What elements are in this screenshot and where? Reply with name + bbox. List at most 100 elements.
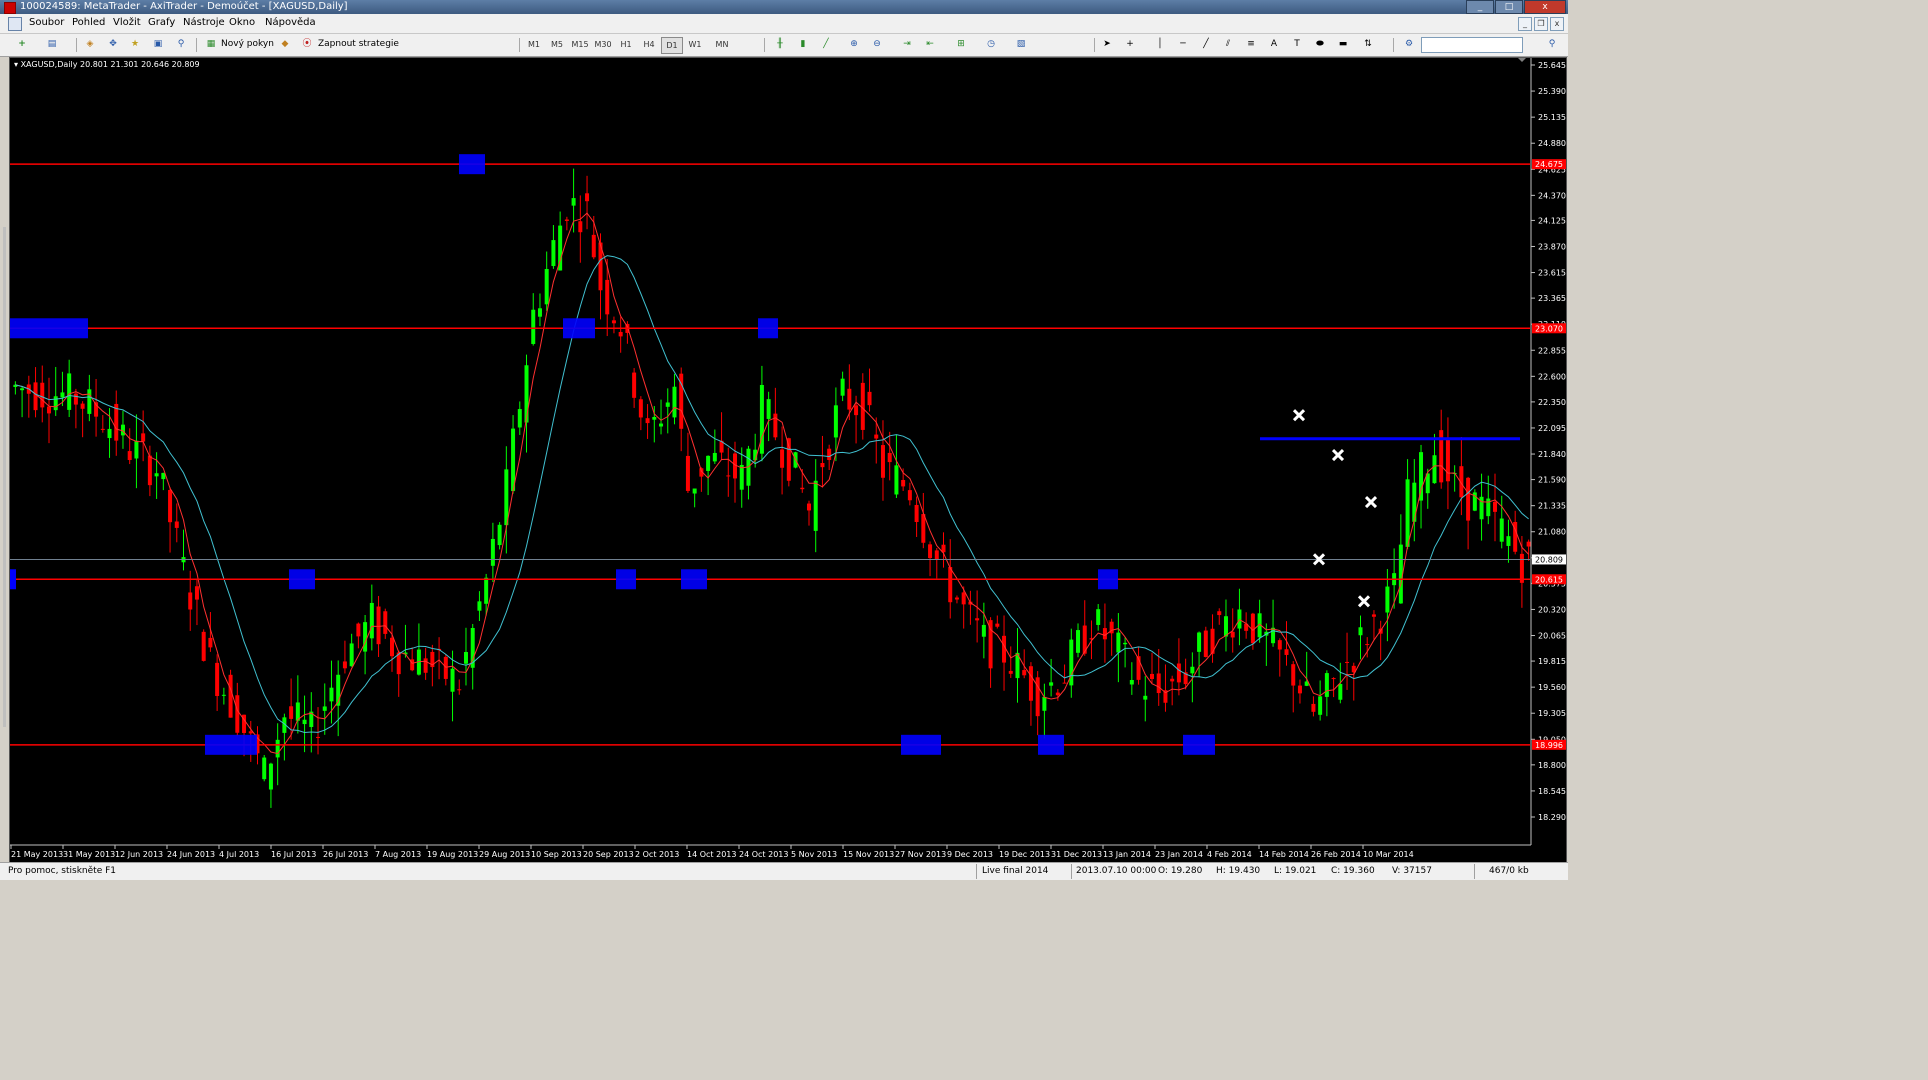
vertical-line-icon[interactable]: │ [1152,37,1168,52]
dock-grip[interactable] [3,227,6,727]
arrows-icon[interactable]: ⇅ [1360,37,1376,52]
timeframe-mn[interactable]: MN [712,37,732,52]
timeframe-m1[interactable]: M1 [524,37,544,52]
text-icon[interactable]: A [1266,37,1282,52]
rectangle-icon[interactable]: ▬ [1335,37,1351,52]
menu-charts[interactable]: Grafy [148,17,175,28]
mdi-minimize-icon[interactable]: _ [1518,17,1532,31]
date-tick-label: 7 Aug 2013 [375,850,421,859]
menu-help[interactable]: Nápověda [265,17,316,28]
autotrading-button[interactable]: Zapnout strategie [315,37,402,52]
menu-view[interactable]: Pohled [72,17,105,28]
price-tick-label: 19.560 [1538,683,1566,692]
date-tick-label: 19 Dec 2013 [999,850,1050,859]
status-high: H: 19.430 [1216,866,1261,876]
new-chart-icon[interactable]: + [14,37,30,52]
zoom-in-icon[interactable]: ⊕ [846,37,862,52]
candle-body [477,601,482,611]
mdi-close-icon[interactable]: x [1550,17,1564,31]
timeframe-h4[interactable]: H4 [639,37,659,52]
candle-body [67,373,72,410]
autotrading-icon[interactable]: ⦿ [299,37,315,52]
candle-body [880,445,885,478]
timeframe-m30[interactable]: M30 [593,37,613,52]
search-input[interactable] [1421,37,1523,53]
close-button[interactable]: x [1524,0,1566,14]
menu-tools[interactable]: Nástroje [183,17,225,28]
templates-icon[interactable]: ▧ [1013,37,1029,52]
fibonacci-icon[interactable]: ≡ [1243,37,1259,52]
candle-body [235,695,240,733]
chart-document-icon[interactable] [8,17,22,31]
trendline-icon[interactable]: ╱ [1198,37,1214,52]
price-tick-label: 22.095 [1538,424,1566,433]
price-zone-marker [289,569,315,590]
auto-scroll-icon[interactable]: ⇤ [922,37,938,52]
candle-body [80,403,85,409]
status-separator [1071,864,1072,879]
profiles-icon[interactable]: ▤ [44,37,60,52]
chart-window[interactable]: 25.645 25.390 25.135 24.880 24.625 24.370 24.1… [9,57,1567,863]
new-order-icon[interactable]: ▦ [203,37,219,52]
new-order-button[interactable]: Nový pokyn [218,37,277,52]
candle-body [215,662,220,697]
line-chart-icon[interactable]: ╱ [818,37,834,52]
price-tick-label: 20.320 [1538,605,1566,614]
date-tick-label: 14 Feb 2014 [1259,850,1309,859]
candlestick-chart-icon[interactable]: ▮ [795,37,811,52]
menu-insert[interactable]: Vložit [113,17,141,28]
date-tick-label: 24 Jun 2013 [167,850,215,859]
candle-body [921,514,926,543]
candle-body [961,592,966,605]
timeframe-m15[interactable]: M15 [570,37,590,52]
strategy-tester-icon[interactable]: ⚲ [173,37,189,52]
price-zone-marker [681,569,707,590]
candle-body [268,763,273,790]
window-controls: _ □ x [1465,0,1566,14]
candle-body [1493,501,1498,512]
mdi-controls: _ ❐ x [1516,17,1564,31]
timeframe-d1[interactable]: D1 [661,37,683,54]
candle-body [780,449,785,468]
indicators-icon[interactable]: ⊞ [953,37,969,52]
maximize-button[interactable]: □ [1495,0,1523,14]
candle-body [1271,627,1276,644]
menu-file[interactable]: Soubor [29,17,64,28]
status-open: O: 19.280 [1158,866,1203,876]
candle-body [1338,683,1343,700]
search-icon[interactable]: ⚲ [1544,37,1560,52]
horizontal-line-icon[interactable]: ─ [1175,37,1191,52]
candle-body [1419,452,1424,501]
candle-body [585,193,590,202]
candle-body [1096,609,1101,625]
price-chart[interactable]: 25.64525.39025.13524.88024.62524.37024.1… [10,58,1566,862]
cursor-icon[interactable]: ➤ [1099,37,1115,52]
metaeditor-icon[interactable]: ◆ [277,37,293,52]
market-watch-icon[interactable]: ◈ [82,37,98,52]
ellipse-icon[interactable]: ⬬ [1312,37,1328,52]
status-profile[interactable]: Live final 2014 [982,866,1048,876]
price-tick-label: 21.590 [1538,476,1566,485]
timeframe-h1[interactable]: H1 [616,37,636,52]
candle-body [517,409,522,428]
crosshair-icon[interactable]: + [1122,37,1138,52]
timeframe-m5[interactable]: M5 [547,37,567,52]
periods-icon[interactable]: ◷ [983,37,999,52]
terminal-icon[interactable]: ▣ [150,37,166,52]
settings-gear-icon[interactable]: ⚙ [1401,37,1417,52]
chart-shift-icon[interactable]: ⇥ [899,37,915,52]
toolbar-separator [76,38,77,52]
bar-chart-icon[interactable]: ╫ [772,37,788,52]
text-label-icon[interactable]: T [1289,37,1305,52]
timeframe-w1[interactable]: W1 [685,37,705,52]
equidistant-channel-icon[interactable]: ⫽ [1220,37,1236,52]
navigator-icon[interactable]: ★ [127,37,143,52]
candle-body [134,440,139,459]
menu-window[interactable]: Okno [229,17,255,28]
candle-body [504,469,509,526]
mdi-restore-icon[interactable]: ❐ [1534,17,1548,31]
minimize-button[interactable]: _ [1466,0,1494,14]
candle-body [1170,678,1175,682]
data-window-icon[interactable]: ✥ [105,37,121,52]
zoom-out-icon[interactable]: ⊖ [869,37,885,52]
